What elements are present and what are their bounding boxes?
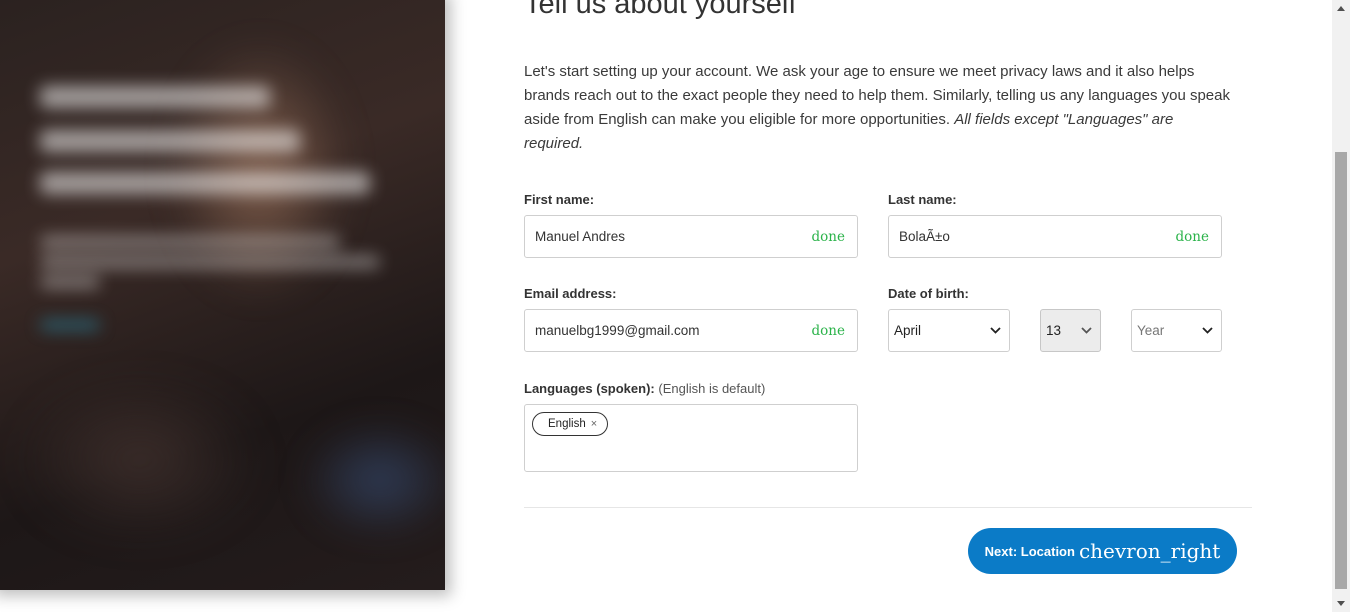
email-status: done xyxy=(811,322,845,339)
languages-hint: (English is default) xyxy=(658,381,766,396)
chevron-down-icon xyxy=(988,324,1002,338)
hero-blur-shadow xyxy=(20,380,260,540)
hero-blurred-text xyxy=(40,256,380,268)
first-name-input[interactable] xyxy=(535,229,806,244)
footer-divider xyxy=(524,507,1252,508)
dob-day-value: 13 xyxy=(1046,323,1062,338)
language-chip-english[interactable]: English × xyxy=(532,412,609,436)
hero-blurred-text xyxy=(40,130,300,152)
languages-input[interactable]: English × xyxy=(524,404,858,472)
chevron-down-icon xyxy=(1079,324,1093,338)
first-name-status: done xyxy=(811,228,845,245)
hero-blurred-link xyxy=(40,320,100,330)
hero-blurred-text xyxy=(40,276,100,288)
scrollbar-thumb[interactable] xyxy=(1335,152,1347,589)
chevron-down-icon xyxy=(1200,324,1214,338)
last-name-input[interactable] xyxy=(899,229,1170,244)
hero-blurred-text xyxy=(40,236,340,248)
page-title: Tell us about yourself xyxy=(524,0,797,20)
email-input[interactable] xyxy=(535,323,806,338)
last-name-label: Last name: xyxy=(888,192,957,207)
first-name-field[interactable]: done xyxy=(524,215,858,258)
dob-year-select[interactable]: Year xyxy=(1131,309,1222,352)
intro-text: Let's start setting up your account. We … xyxy=(524,60,1236,156)
first-name-label: First name: xyxy=(524,192,595,207)
dob-day-select[interactable]: 13 xyxy=(1040,309,1101,352)
close-icon[interactable]: × xyxy=(591,418,597,430)
scroll-up-icon[interactable] xyxy=(1332,0,1350,17)
hero-blur-accent xyxy=(300,420,445,540)
languages-label: Languages (spoken): (English is default) xyxy=(524,381,765,396)
dob-label: Date of birth: xyxy=(888,286,969,301)
languages-label-text: Languages (spoken): xyxy=(524,381,655,396)
chevron-right-icon: chevron_right xyxy=(1078,539,1221,563)
hero-blurred-text xyxy=(40,172,370,194)
hero-blurred-text xyxy=(40,86,270,108)
scroll-down-icon[interactable] xyxy=(1332,595,1350,612)
page-scrollbar[interactable] xyxy=(1332,0,1350,612)
language-chip-label: English xyxy=(548,418,586,430)
dob-month-select[interactable]: April xyxy=(888,309,1010,352)
last-name-status: done xyxy=(1175,228,1209,245)
dob-month-value: April xyxy=(894,323,922,338)
last-name-field[interactable]: done xyxy=(888,215,1222,258)
email-field[interactable]: done xyxy=(524,309,858,352)
hero-image xyxy=(0,0,445,590)
dob-year-placeholder: Year xyxy=(1137,323,1165,338)
next-button-label: Next: Location xyxy=(984,543,1075,559)
email-label: Email address: xyxy=(524,286,617,301)
next-location-button[interactable]: Next: Location chevron_right xyxy=(968,528,1237,574)
